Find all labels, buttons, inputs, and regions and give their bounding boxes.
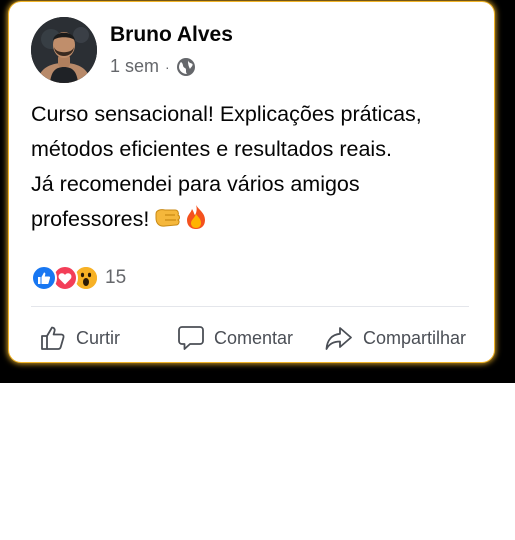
like-reaction-icon — [31, 265, 57, 291]
share-arrow-icon — [324, 324, 354, 352]
post-text-line: professores! — [31, 207, 150, 231]
meta-separator: · — [165, 58, 170, 75]
avatar[interactable] — [31, 17, 97, 83]
post-text-line: Curso sensacional! Explicações práticas, — [31, 102, 422, 126]
globe-icon[interactable] — [176, 57, 196, 77]
fire-emoji-icon — [185, 204, 207, 241]
comment-bubble-icon — [177, 324, 205, 352]
author-name[interactable]: Bruno Alves — [110, 23, 233, 47]
share-button-label: Compartilhar — [363, 327, 467, 348]
share-button[interactable]: Compartilhar — [324, 320, 466, 356]
actions-divider — [31, 306, 469, 307]
post-body: Curso sensacional! Explicações práticas,… — [31, 97, 471, 241]
post-text-line: Já recomendei para vários amigos — [31, 172, 360, 196]
like-button-label: Curtir — [76, 327, 120, 348]
post-text-line: métodos eficientes e resultados reais. — [31, 137, 392, 161]
post-actions-bar: Curtir Comentar Compartilhar — [31, 320, 481, 358]
like-button[interactable]: Curtir — [39, 320, 120, 356]
punch-emoji-icon — [153, 206, 181, 241]
comment-button-label: Comentar — [214, 327, 294, 348]
thumbs-up-icon — [39, 324, 67, 352]
reaction-count: 15 — [105, 267, 127, 288]
comment-button[interactable]: Comentar — [177, 320, 293, 356]
post-timestamp[interactable]: 1 sem — [110, 56, 159, 77]
post-text-line-last: professores! — [31, 202, 471, 241]
avatar-photo — [31, 17, 97, 83]
post-card: Bruno Alves 1 sem · Curso sensacional! E… — [9, 2, 494, 362]
post-meta: 1 sem · — [110, 56, 196, 77]
reactions-summary[interactable]: 15 — [31, 265, 126, 291]
